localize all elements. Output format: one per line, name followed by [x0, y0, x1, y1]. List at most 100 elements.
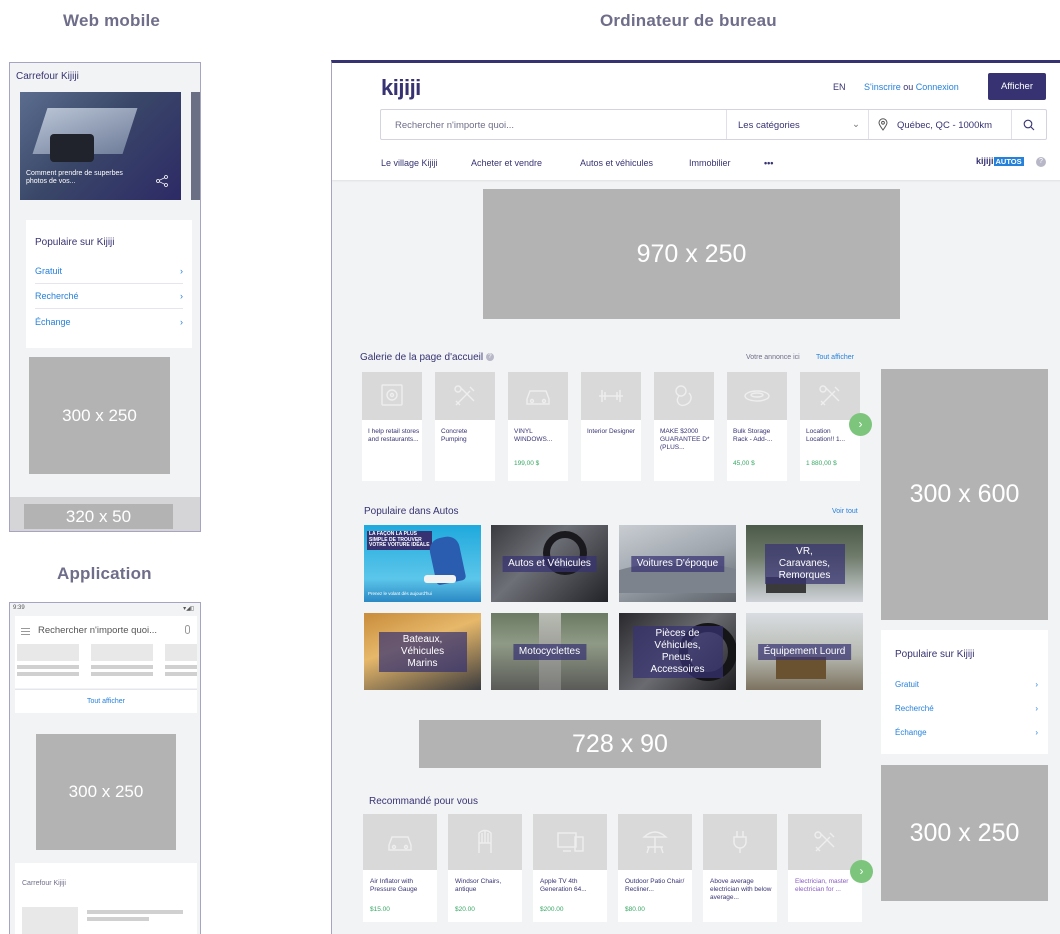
desktop-popular-card: Populaire sur Kijiji Gratuit › Recherché ›… — [881, 630, 1048, 754]
recommended-card[interactable]: Outdoor Patio Chair/ Recliner... $80.00 — [618, 814, 692, 922]
autos-promo-tile[interactable]: LA FAÇON LA PLUS SIMPLE DE TROUVER VOTRE… — [364, 525, 481, 602]
gallery-card-title: Concrete Pumping — [441, 428, 468, 443]
tile-equipement-lourd[interactable]: Équipement Lourd — [746, 613, 863, 690]
mobile-popular-card: Populaire sur Kijiji Gratuit › Recherché ›… — [26, 220, 192, 348]
gallery-card[interactable]: Bulk Storage Rack - Add-... 45,00 $ — [727, 372, 787, 481]
nav-more[interactable]: ••• — [764, 158, 773, 168]
dumbbell-icon — [581, 372, 641, 420]
gallery-card[interactable]: I help retail stores and restaurants... — [362, 372, 422, 481]
app-ad-300x250: 300 x 250 — [36, 734, 176, 850]
login-link[interactable]: Connexion — [916, 82, 959, 92]
recommended-title: Recommandé pour vous — [369, 796, 478, 807]
app-see-all-link[interactable]: Tout afficher — [87, 698, 125, 705]
chair-icon — [448, 814, 522, 870]
monitor-icon — [362, 372, 422, 420]
gallery-card-price: 199,00 $ — [514, 460, 540, 467]
recommended-card[interactable]: Above average electrician with below ave… — [703, 814, 777, 922]
carousel-next-card[interactable] — [191, 92, 200, 200]
chevron-right-icon: › — [180, 266, 183, 276]
mobile-popular-echange[interactable]: Échange › — [35, 309, 183, 334]
chevron-right-icon: › — [1035, 679, 1038, 689]
tile-motocyclettes[interactable]: Motocyclettes — [491, 613, 608, 690]
app-search-input[interactable]: Rechercher n'importe quoi... — [38, 625, 157, 636]
tile-pieces-vehicules[interactable]: Pièces de Véhicules, Pneus, Accessoires — [619, 613, 736, 690]
kijiji-autos-logo[interactable]: kijiji AUTOS — [976, 156, 1024, 166]
app-see-all-bar[interactable]: Tout afficher — [15, 689, 197, 713]
app-frame: 9:39 ▾◢▯ Rechercher n'importe quoi... To… — [9, 602, 201, 934]
microphone-icon[interactable] — [185, 625, 190, 634]
category-select[interactable]: Les catégories ⌄ — [738, 119, 860, 131]
gallery-next-arrow[interactable]: › — [849, 413, 872, 436]
tile-vr-caravanes[interactable]: VR, Caravanes, Remorques — [746, 525, 863, 602]
mobile-header: Carrefour Kijiji — [16, 71, 79, 82]
desktop-search-bar: Rechercher n'importe quoi... Les catégor… — [380, 109, 1047, 140]
location-selector[interactable]: Québec, QC - 1000km — [897, 120, 992, 131]
gallery-card[interactable]: Concrete Pumping — [435, 372, 495, 481]
gallery-card-title: Bulk Storage Rack - Add-... — [733, 428, 773, 443]
tools-icon — [435, 372, 495, 420]
gallery-promo-link[interactable]: Votre annonce ici — [746, 354, 800, 361]
desktop-popular-gratuit[interactable]: Gratuit › — [895, 672, 1038, 696]
location-pin-icon — [878, 118, 888, 131]
search-icon[interactable] — [1023, 118, 1035, 131]
recommended-card[interactable]: Windsor Chairs, antique $20.00 — [448, 814, 522, 922]
hamburger-icon[interactable] — [21, 628, 30, 635]
nav-acheter-vendre[interactable]: Acheter et vendre — [471, 158, 542, 168]
info-icon[interactable]: ? — [485, 353, 494, 362]
help-icon[interactable]: ? — [1036, 157, 1046, 167]
signup-link[interactable]: S'inscrire — [864, 82, 901, 92]
tile-autos-vehicules[interactable]: Autos et Véhicules — [491, 525, 608, 602]
chevron-right-icon: › — [180, 316, 183, 327]
desktop-popular-recherche[interactable]: Recherché › — [895, 696, 1038, 720]
chevron-down-icon: ⌄ — [852, 119, 860, 130]
recommended-card-title: Apple TV 4th Generation 64... — [540, 878, 587, 893]
mobile-popular-recherche[interactable]: Recherché › — [35, 284, 183, 309]
gallery-title: Galerie de la page d'accueil ? — [360, 352, 494, 363]
autos-see-all[interactable]: Voir tout — [832, 508, 858, 515]
nav-autos[interactable]: Autos et véhicules — [580, 158, 653, 168]
tile-bateaux[interactable]: Bateaux, Véhicules Marins — [364, 613, 481, 690]
gallery-card[interactable]: VINYL WINDOWS... 199,00 $ — [508, 372, 568, 481]
recommended-card-title: Windsor Chairs, antique — [455, 878, 502, 893]
mobile-ad-300x250: 300 x 250 — [29, 357, 170, 474]
gallery-card-title: I help retail stores and restaurants... — [368, 428, 420, 443]
ad-300x600: 300 x 600 — [881, 369, 1048, 620]
gallery-see-all[interactable]: Tout afficher — [816, 354, 854, 361]
recommended-card[interactable]: Apple TV 4th Generation 64... $200.00 — [533, 814, 607, 922]
mobile-popular-gratuit[interactable]: Gratuit › — [35, 259, 183, 284]
camera-photo — [50, 134, 94, 162]
promo-chair — [424, 575, 456, 583]
chevron-right-icon: › — [180, 291, 183, 301]
post-ad-button[interactable]: Afficher — [988, 73, 1046, 100]
chevron-right-icon: › — [1035, 727, 1038, 737]
gallery-card[interactable]: MAKE $2000 GUARANTEE D* (PLUS... — [654, 372, 714, 481]
recommended-card-price: $20.00 — [455, 906, 475, 913]
language-toggle[interactable]: EN — [833, 82, 846, 92]
tile-voitures-epoque[interactable]: Voitures D'époque — [619, 525, 736, 602]
car-icon — [363, 814, 437, 870]
desktop-search-input[interactable]: Rechercher n'importe quoi... — [395, 120, 514, 131]
nav-immobilier[interactable]: Immobilier — [689, 158, 731, 168]
app-hub-title: Carrefour Kijiji — [22, 880, 66, 887]
mobile-carousel-card[interactable]: Comment prendre de superbes photos de vo… — [20, 92, 181, 200]
recommended-next-arrow[interactable]: › — [850, 860, 873, 883]
recommended-card-title: Above average electrician with below ave… — [710, 878, 772, 901]
gallery-card-price: 1 880,00 $ — [806, 460, 837, 467]
recommended-card-price: $200.00 — [540, 906, 564, 913]
nav-village[interactable]: Le village Kijiji — [381, 158, 438, 168]
app-status-time: 9:39 — [13, 605, 25, 611]
desktop-popular-title: Populaire sur Kijiji — [895, 649, 975, 660]
gallery-card-title: VINYL WINDOWS... — [514, 428, 553, 443]
plug-icon — [703, 814, 777, 870]
recommended-card-price: $80.00 — [625, 906, 645, 913]
patio-icon — [618, 814, 692, 870]
car-icon — [508, 372, 568, 420]
recommended-card-title: Outdoor Patio Chair/ Recliner... — [625, 878, 685, 893]
desktop-popular-echange[interactable]: Échange › — [895, 720, 1038, 744]
recommended-card[interactable]: Air Inflator with Pressure Gauge $15.00 — [363, 814, 437, 922]
kijiji-logo[interactable]: kijiji — [381, 75, 421, 101]
devices-icon — [533, 814, 607, 870]
gallery-card[interactable]: Interior Designer — [581, 372, 641, 481]
desktop-frame: kijiji EN S'inscrire ou Connexion Affich… — [331, 60, 1060, 934]
mobile-web-frame: Carrefour Kijiji Comment prendre de supe… — [9, 62, 201, 532]
